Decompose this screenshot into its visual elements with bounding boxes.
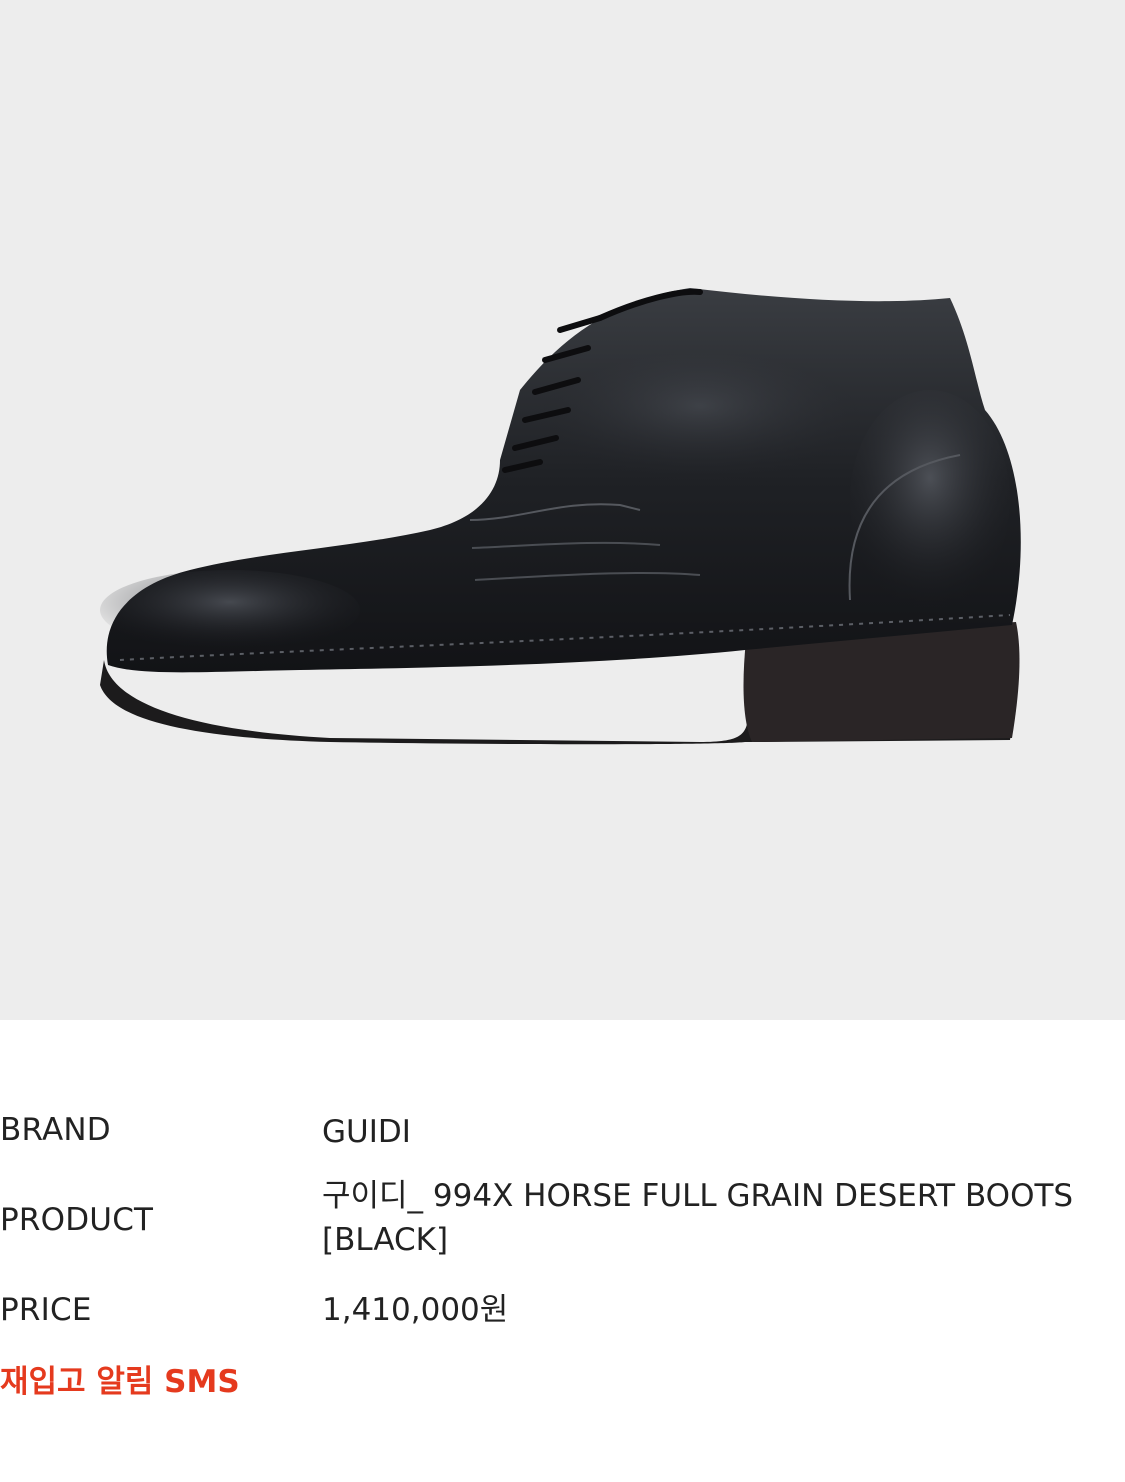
price-label: PRICE bbox=[0, 1292, 92, 1328]
product-info-section: BRAND GUIDI PRODUCT 구이디_ 994X HORSE FULL… bbox=[0, 1020, 1125, 1482]
product-image bbox=[100, 288, 1021, 745]
restock-sms-alert-link[interactable]: 재입고 알림 SMS bbox=[0, 1356, 240, 1401]
product-label: PRODUCT bbox=[0, 1202, 154, 1238]
product-name: 구이디_ 994X HORSE FULL GRAIN DESERT BOOTS … bbox=[322, 1178, 1074, 1258]
brand-label: BRAND bbox=[0, 1112, 111, 1148]
product-image-area bbox=[0, 0, 1125, 1020]
price-value: 1,410,000원 bbox=[322, 1292, 509, 1328]
brand-value: GUIDI bbox=[322, 1114, 411, 1150]
